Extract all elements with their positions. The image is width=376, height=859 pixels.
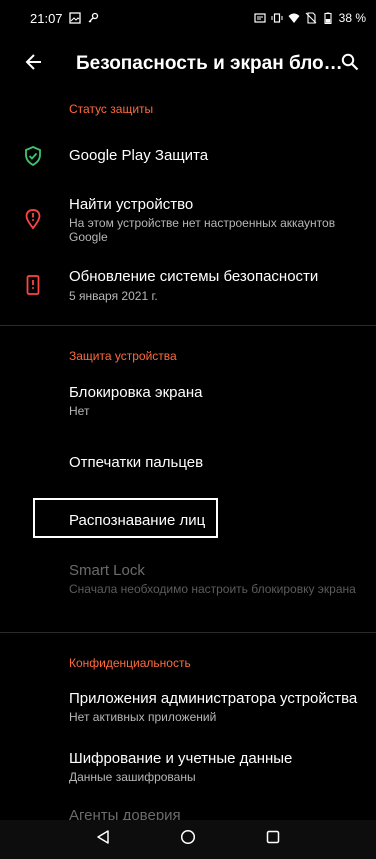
section-header-privacy: Конфиденциальность bbox=[69, 656, 191, 670]
divider bbox=[0, 325, 376, 326]
item-summary: Сначала необходимо настроить блокировку … bbox=[69, 582, 356, 596]
item-title: Агенты доверия bbox=[69, 807, 181, 820]
shield-check-icon bbox=[22, 145, 44, 167]
settings-item-smart-lock: Smart Lock Сначала необходимо настроить … bbox=[0, 556, 376, 616]
item-title: Google Play Защита bbox=[69, 147, 209, 164]
location-alert-icon bbox=[22, 208, 44, 230]
app-bar: Безопасность и экран блоки… bbox=[0, 36, 376, 92]
navigation-bar bbox=[0, 820, 376, 859]
nav-recents-button[interactable] bbox=[253, 822, 293, 858]
item-title: Приложения администратора устройства bbox=[69, 690, 358, 707]
settings-item-device-admin[interactable]: Приложения администратора устройства Нет… bbox=[0, 682, 376, 726]
item-summary: 5 января 2021 г. bbox=[69, 289, 158, 303]
nav-back-button[interactable] bbox=[83, 822, 123, 858]
settings-item-screen-lock[interactable]: Блокировка экрана Нет bbox=[0, 376, 376, 420]
item-title: Smart Lock bbox=[69, 562, 145, 579]
no-sim-icon bbox=[305, 12, 317, 24]
wifi-icon bbox=[288, 12, 300, 24]
status-time: 21:07 bbox=[30, 10, 63, 26]
search-icon bbox=[341, 53, 359, 76]
item-title: Найти устройство bbox=[69, 196, 194, 213]
settings-item-play-protect[interactable]: Google Play Защита bbox=[0, 136, 376, 176]
battery-percent: 38 % bbox=[338, 11, 366, 25]
back-button[interactable] bbox=[6, 36, 62, 92]
item-title: Отпечатки пальцев bbox=[69, 454, 204, 471]
nav-recents-icon bbox=[266, 830, 280, 849]
battery-icon bbox=[322, 12, 334, 24]
page-title: Безопасность и экран блоки… bbox=[76, 53, 346, 74]
key-notification-icon bbox=[87, 12, 99, 24]
settings-item-encryption[interactable]: Шифрование и учетные данные Данные зашиф… bbox=[0, 744, 376, 788]
nav-home-icon bbox=[180, 829, 196, 850]
item-summary: Нет активных приложений bbox=[69, 710, 217, 724]
data-saver-icon bbox=[254, 12, 266, 24]
divider bbox=[0, 632, 376, 633]
focus-highlight bbox=[33, 498, 218, 538]
item-title: Обновление системы безопасности bbox=[69, 268, 319, 285]
settings-item-trust-agents[interactable]: Агенты доверия bbox=[0, 802, 376, 820]
item-summary: На этом устройстве нет настроенных аккау… bbox=[69, 216, 336, 244]
settings-item-security-update[interactable]: Обновление системы безопасности 5 января… bbox=[0, 262, 376, 308]
vibrate-icon bbox=[271, 12, 283, 24]
item-summary: Данные зашифрованы bbox=[69, 770, 196, 784]
settings-item-find-device[interactable]: Найти устройство На этом устройстве нет … bbox=[0, 188, 376, 252]
back-arrow-icon bbox=[24, 52, 44, 77]
nav-home-button[interactable] bbox=[168, 822, 208, 858]
status-bar: 21:07 38 % bbox=[0, 0, 376, 36]
phone-alert-icon bbox=[22, 274, 44, 296]
item-summary: Нет bbox=[69, 404, 90, 418]
section-header-protection-status: Статус защиты bbox=[69, 102, 154, 116]
gallery-notification-icon bbox=[68, 12, 81, 24]
section-header-device-protection: Защита устройства bbox=[69, 349, 177, 363]
item-title: Блокировка экрана bbox=[69, 384, 203, 401]
nav-back-icon bbox=[96, 830, 110, 849]
item-title: Шифрование и учетные данные bbox=[69, 750, 293, 767]
search-button[interactable] bbox=[330, 44, 370, 84]
settings-item-fingerprints[interactable]: Отпечатки пальцев bbox=[0, 444, 376, 480]
